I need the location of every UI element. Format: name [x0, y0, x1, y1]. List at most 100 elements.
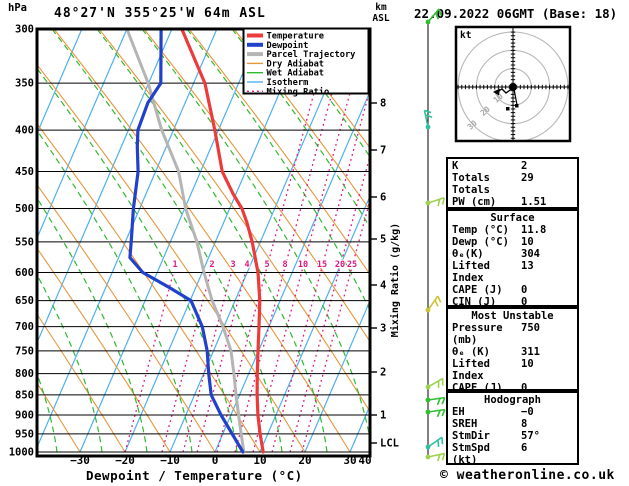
skewt-sounding-page: hPa 48°27'N 355°25'W 64m ASL km ASL 22.0…	[0, 0, 629, 486]
curve-dewpoint	[128, 27, 245, 454]
panel-row-label: Pressure (mb)	[452, 322, 503, 346]
panel-row-value: −0	[521, 406, 534, 418]
pressure-tick-label: 600	[15, 267, 34, 279]
copyright-label: © weatheronline.co.uk	[440, 468, 615, 483]
panel-row: SREH 8	[448, 418, 577, 430]
panel-row: PW (cm) 1.51	[448, 196, 577, 208]
legend: TemperatureDewpointParcel TrajectoryDry …	[242, 27, 370, 97]
mixing-ratio-line	[196, 271, 247, 453]
panel-row-value: 0	[521, 284, 528, 296]
panel-row-label: θₑ (K)	[452, 346, 490, 358]
panel-row-value: 750	[521, 322, 540, 334]
temp-tick-label: −10	[160, 454, 180, 467]
km-tick-label: 7	[380, 145, 386, 157]
panel-row-value: 10	[521, 358, 534, 370]
panel-row: Dewp (°C) 10	[448, 236, 577, 248]
mixing-ratio-axis-label: Mixing Ratio (g/kg)	[389, 223, 401, 337]
panel-row: StmDir 57°	[448, 430, 577, 442]
panel-row: StmSpd (kt) 6	[448, 442, 577, 466]
panel-row-value: 11.8	[521, 224, 547, 236]
panel-row-label: Dewp (°C)	[452, 236, 509, 248]
temp-tick-label: −20	[115, 454, 135, 467]
dry-adiabat-line	[38, 383, 81, 453]
hodograph: 102030kt	[454, 25, 572, 143]
lcl-label: LCL	[380, 438, 399, 450]
panel-row-label: CAPE (J)	[452, 284, 503, 296]
panel-row-label: PW (cm)	[452, 196, 497, 208]
panel-row-value: 1.51	[521, 196, 547, 208]
panel-box-title: Surface	[490, 212, 535, 224]
pressure-tick-label: 900	[15, 409, 34, 421]
temp-tick-label: 10	[253, 454, 266, 467]
panel-row-label: StmSpd (kt)	[452, 442, 490, 466]
temp-tick-label: 0	[212, 454, 219, 467]
mixing-ratio-label: 2	[209, 260, 214, 270]
panel-row: CAPE (J) 0	[448, 284, 577, 296]
mixing-ratio-label: 5	[264, 260, 269, 270]
wet-adiabat-line	[0, 29, 12, 452]
panel-box-surface: Surface Temp (°C) 11.8 Dewp (°C) 10 θₑ(K) 304 L…	[446, 209, 579, 308]
panel-row: Totals Totals 29	[448, 172, 577, 196]
pressure-tick-label: 400	[15, 125, 34, 137]
panel-row: Lifted Index 13	[448, 260, 577, 284]
mixing-ratio-label: 3	[230, 260, 235, 270]
panel-row-value: 304	[521, 248, 540, 260]
pressure-tick-label: 850	[15, 389, 34, 401]
panel-row-label: K	[452, 160, 459, 172]
km-tick-label: 6	[380, 192, 386, 204]
panel-box-title: Hodograph	[484, 394, 541, 406]
panel-box-title: Most Unstable	[471, 310, 554, 322]
mixing-ratio-label: 15	[317, 260, 327, 270]
panel-row: θₑ(K) 304	[448, 248, 577, 260]
panel-row-label: Totals Totals	[452, 172, 490, 196]
panel-row-value: 57°	[521, 430, 540, 442]
panel-row-value: 6	[521, 442, 528, 454]
panel-box-most-unstable: Most Unstable Pressure (mb) 750 θₑ (K) 311 Li…	[446, 307, 579, 406]
x-axis-label: Dewpoint / Temperature (°C)	[86, 468, 303, 483]
km-tick-label: 5	[380, 234, 386, 246]
pressure-tick-label: 750	[15, 345, 34, 357]
panel-row: K2	[448, 160, 577, 172]
panel-row-label: StmDir	[452, 430, 490, 442]
panel-row: Lifted Index 10	[448, 358, 577, 382]
temp-tick-label: 20	[298, 454, 311, 467]
legend-label: Mixing Ratio	[267, 86, 330, 97]
panel-row-label: Lifted Index	[452, 358, 490, 382]
panel-row-value: 8	[521, 418, 528, 430]
pressure-tick-label: 550	[15, 236, 34, 248]
mixing-ratio-label: 4	[244, 260, 249, 270]
km-tick-label: 8	[380, 98, 386, 110]
panel-row-label: SREH	[452, 418, 478, 430]
mixing-ratio-label: 20	[335, 260, 345, 270]
panel-row: EH −0	[448, 406, 577, 418]
isotherm-line	[38, 29, 218, 447]
mixing-ratio-line	[124, 271, 175, 453]
panel-box-indices: K 2 Totals Totals 29 PW (cm) 1.51	[446, 157, 579, 209]
wind-barb-icon	[425, 8, 443, 25]
pressure-tick-label: 1000	[9, 446, 34, 458]
panel-row-value: 29	[521, 172, 534, 184]
pressure-tick-label: 500	[15, 203, 34, 215]
pressure-tick-label: 450	[15, 166, 34, 178]
pressure-tick-label: 950	[15, 428, 34, 440]
panel-row-value: 2	[521, 160, 528, 172]
panel-row-label: θₑ(K)	[452, 248, 484, 260]
pressure-tick-label: 700	[15, 321, 34, 333]
pressure-tick-label: 350	[15, 78, 34, 90]
temp-tick-label: 30	[343, 454, 356, 467]
panel-row: Temp (°C) 11.8	[448, 224, 577, 236]
panel-row-label: Lifted Index	[452, 260, 490, 284]
panel-row-value: 311	[521, 346, 540, 358]
temp-tick-label: 40	[358, 454, 371, 467]
km-tick-label: 2	[380, 367, 386, 379]
hodograph-unit-label: kt	[460, 30, 471, 41]
pressure-tick-label: 300	[15, 24, 34, 36]
panel-row-label: Temp (°C)	[452, 224, 509, 236]
hodograph-ring-label: 30	[466, 118, 479, 131]
pressure-tick-label: 650	[15, 295, 34, 307]
km-tick-label: 4	[380, 280, 386, 292]
km-tick-label: 3	[380, 323, 386, 335]
panel-row: θₑ (K) 311	[448, 346, 577, 358]
mixing-ratio-label: 1	[172, 260, 177, 270]
mixing-ratio-label: 25	[347, 260, 357, 270]
